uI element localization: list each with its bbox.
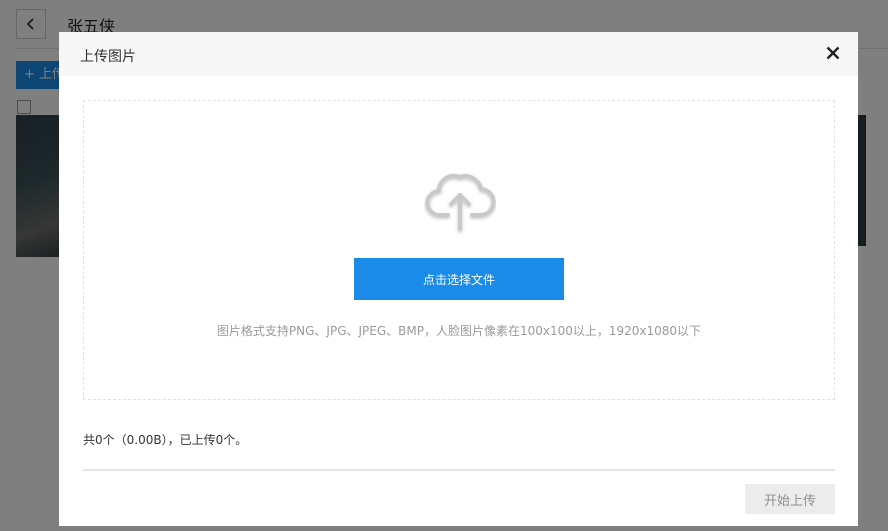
start-upload-button[interactable]: 开始上传 [745,484,835,514]
upload-summary: 共0个（0.00B），已上传0个。 [83,433,248,447]
choose-file-button[interactable]: 点击选择文件 [354,258,564,300]
format-hint: 图片格式支持PNG、JPG、JPEG、BMP，人脸图片像素在100x100以上，… [216,324,702,338]
dialog-header: 上传图片 [59,32,858,76]
dialog-title: 上传图片 [80,49,136,65]
cloud-upload-icon [425,173,496,231]
upload-image-dialog: 上传图片 点击选择文件 图片格式支持PNG、JPG、JPEG、BMP，人脸图片像… [59,32,858,526]
close-icon[interactable] [826,46,840,60]
upload-dropzone[interactable]: 点击选择文件 图片格式支持PNG、JPG、JPEG、BMP，人脸图片像素在100… [83,100,835,400]
footer-divider [83,469,835,471]
